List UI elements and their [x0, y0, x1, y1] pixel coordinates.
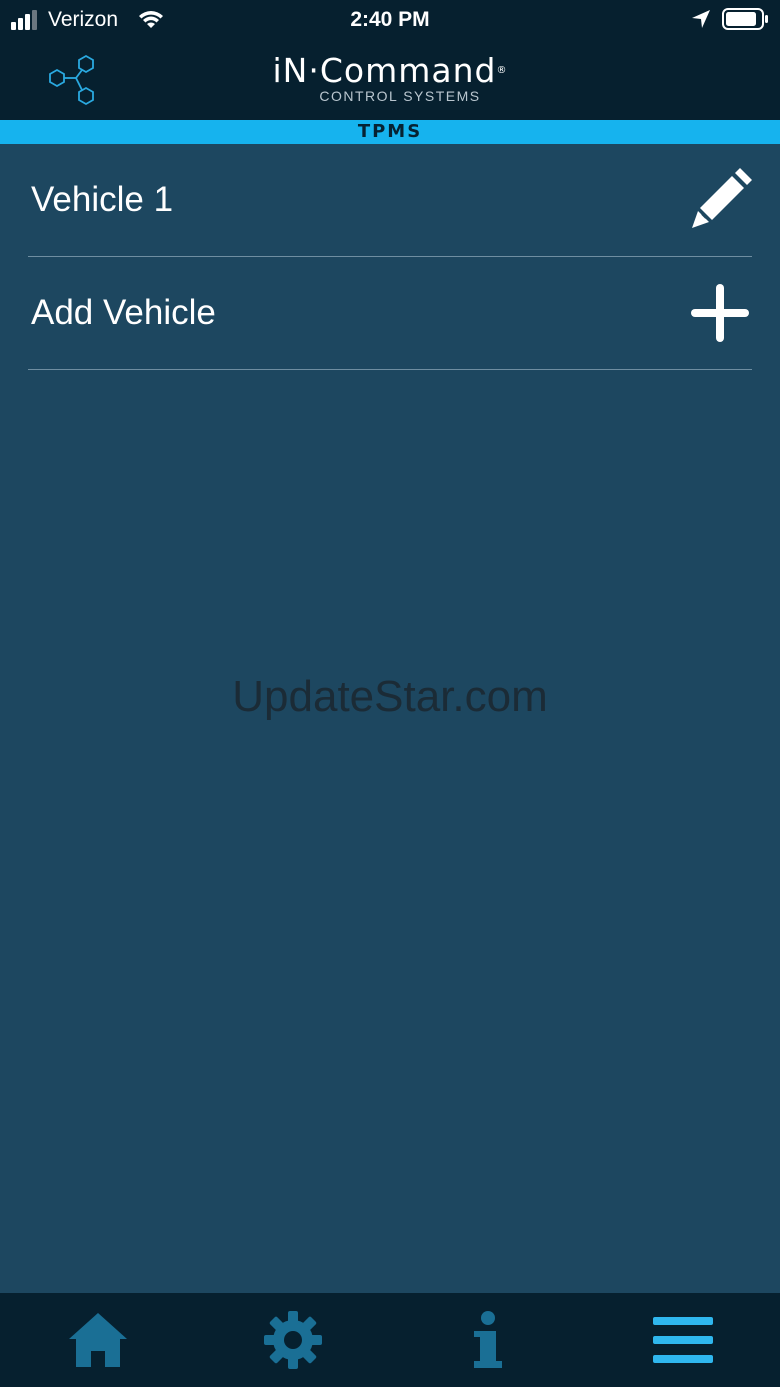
tab-info[interactable]	[390, 1293, 585, 1387]
tab-settings[interactable]	[195, 1293, 390, 1387]
registered-mark: ®	[496, 65, 508, 76]
watermark: UpdateStar.com	[232, 672, 548, 721]
tab-home[interactable]	[0, 1293, 195, 1387]
tab-menu[interactable]	[585, 1293, 780, 1387]
hexagon-network-icon	[49, 54, 94, 106]
location-arrow-icon	[692, 10, 710, 28]
home-icon	[68, 1313, 127, 1367]
menu-icon	[652, 1317, 713, 1363]
plus-icon[interactable]	[688, 281, 752, 345]
battery-icon	[722, 8, 768, 30]
app-header: Verizon 2:40 PM iN·Command® CONTROL SYST…	[0, 0, 780, 120]
status-time: 2:40 PM	[350, 8, 430, 31]
gear-icon	[263, 1311, 322, 1369]
list-item-vehicle-1[interactable]: Vehicle 1	[28, 144, 752, 257]
brand-logo: iN·Command® CONTROL SYSTEMS	[248, 51, 532, 105]
list-item-add-vehicle[interactable]: Add Vehicle	[28, 257, 752, 370]
banner-title: TPMS	[357, 121, 423, 142]
status-bar: Verizon 2:40 PM	[0, 0, 780, 40]
brand-subtitle: CONTROL SYSTEMS	[319, 88, 481, 104]
tab-bar	[0, 1293, 780, 1387]
section-banner: TPMS	[0, 120, 780, 144]
pencil-edit-icon[interactable]	[688, 168, 752, 232]
info-icon	[473, 1311, 502, 1368]
list-item-label: Add Vehicle	[31, 293, 216, 332]
list-item-label: Vehicle 1	[31, 180, 174, 219]
brand-name: iN·Command	[272, 51, 497, 90]
